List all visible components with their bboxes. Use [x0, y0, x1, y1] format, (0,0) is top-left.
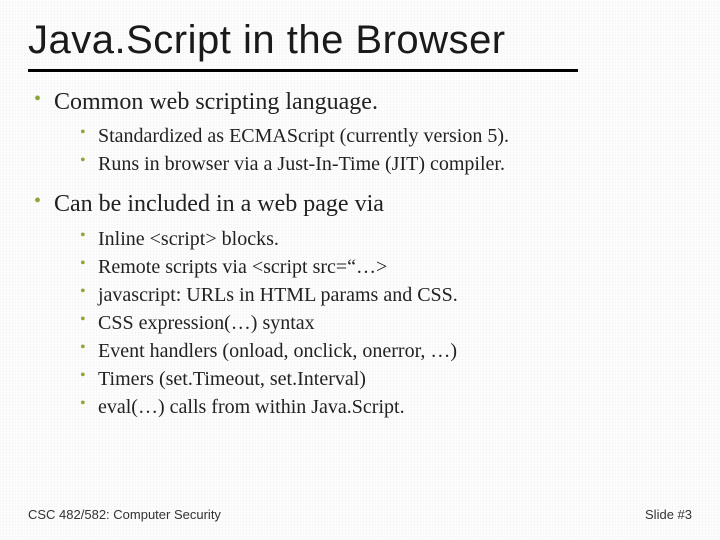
- slide-title: Java.Script in the Browser: [28, 18, 692, 63]
- list-item: Event handlers (onload, onclick, onerror…: [80, 337, 692, 365]
- footer: CSC 482/582: Computer Security Slide #3: [28, 507, 692, 522]
- list-item: Common web scripting language. Standardi…: [34, 86, 692, 178]
- bullet-list-level2: Inline <script> blocks. Remote scripts v…: [54, 225, 692, 421]
- list-item: Remote scripts via <script src=“…>: [80, 253, 692, 281]
- footer-left: CSC 482/582: Computer Security: [28, 507, 221, 522]
- list-item: Runs in browser via a Just-In-Time (JIT)…: [80, 150, 692, 178]
- footer-right: Slide #3: [645, 507, 692, 522]
- list-item: Standardized as ECMAScript (currently ve…: [80, 122, 692, 150]
- list-item: Can be included in a web page via Inline…: [34, 188, 692, 420]
- slide: Java.Script in the Browser Common web sc…: [0, 0, 720, 540]
- bullet-list-level2: Standardized as ECMAScript (currently ve…: [54, 122, 692, 178]
- list-item: Inline <script> blocks.: [80, 225, 692, 253]
- bullet-text: Can be included in a web page via: [54, 191, 384, 217]
- list-item: CSS expression(…) syntax: [80, 309, 692, 337]
- list-item: Timers (set.Timeout, set.Interval): [80, 365, 692, 393]
- bullet-text: Common web scripting language.: [54, 89, 378, 115]
- list-item: javascript: URLs in HTML params and CSS.: [80, 281, 692, 309]
- list-item: eval(…) calls from within Java.Script.: [80, 393, 692, 421]
- bullet-list-level1: Common web scripting language. Standardi…: [28, 86, 692, 421]
- title-underline: [28, 69, 578, 72]
